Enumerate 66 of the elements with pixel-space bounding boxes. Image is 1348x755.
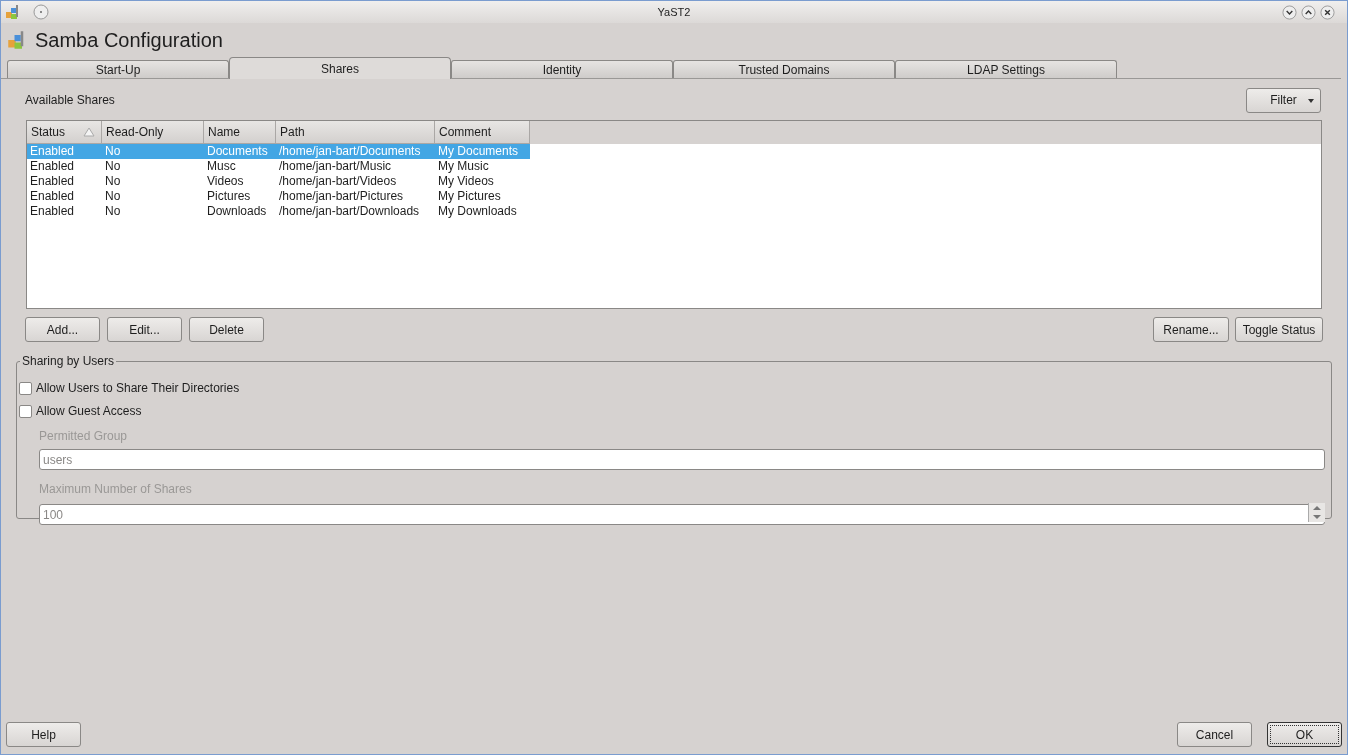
- table-cell-text: Enabled: [29, 189, 76, 204]
- group-title: Sharing by Users: [21, 353, 116, 370]
- app-icon: [5, 4, 21, 20]
- table-cell-text: My Videos: [437, 174, 495, 189]
- table-cell-text: My Documents: [437, 144, 520, 159]
- spin-up-icon[interactable]: [1309, 502, 1325, 512]
- table-cell-text: Videos: [206, 174, 245, 189]
- column-header[interactable]: Name: [204, 121, 276, 144]
- tab[interactable]: LDAP Settings: [895, 60, 1117, 78]
- column-header[interactable]: Status: [27, 121, 102, 144]
- table-row[interactable]: Enabled No Pictures /home/jan-bart/Pictures My Pictures: [27, 189, 530, 204]
- window-menu-icon[interactable]: [33, 4, 49, 20]
- spin-down-icon[interactable]: [1309, 511, 1325, 522]
- action-button[interactable]: Rename...: [1153, 317, 1229, 342]
- cancel-button[interactable]: Cancel: [1177, 722, 1252, 747]
- table-cell-text: /home/jan-bart/Documents: [278, 144, 422, 159]
- table-cell-text: /home/jan-bart/Pictures: [278, 189, 405, 204]
- table-cell-text: Enabled: [29, 144, 76, 159]
- maximize-icon[interactable]: [1301, 4, 1316, 20]
- table-cell-text: No: [104, 174, 122, 189]
- column-header[interactable]: Read-Only: [102, 121, 204, 144]
- section-label: Available Shares: [25, 92, 115, 109]
- table-cell-text: My Pictures: [437, 189, 502, 204]
- tab[interactable]: Identity: [451, 60, 673, 78]
- table-cell-text: No: [104, 189, 122, 204]
- column-header[interactable]: Comment: [435, 121, 530, 144]
- table-cell-text: No: [104, 204, 122, 219]
- checkbox-label[interactable]: Allow Guest Access: [36, 402, 142, 420]
- table-cell-text: My Music: [437, 159, 490, 174]
- minimize-icon[interactable]: [1282, 4, 1297, 20]
- dialog-title: Samba Configuration: [35, 28, 223, 53]
- close-icon[interactable]: [1320, 4, 1335, 20]
- dropdown-caret-icon: [1308, 98, 1314, 103]
- action-button[interactable]: Toggle Status: [1235, 317, 1323, 342]
- tab[interactable]: Start-Up: [7, 60, 229, 78]
- table-cell-text: No: [104, 159, 122, 174]
- help-button[interactable]: Help: [6, 722, 81, 747]
- table-cell-text: /home/jan-bart/Videos: [278, 174, 398, 189]
- table-row[interactable]: Enabled No Musc /home/jan-bart/Music My Music: [27, 159, 530, 174]
- table-cell-text: Pictures: [206, 189, 252, 204]
- table-cell-text: Enabled: [29, 204, 76, 219]
- ok-button[interactable]: OK: [1267, 722, 1342, 747]
- tab[interactable]: Shares: [229, 57, 451, 79]
- table-cell-text: My Downloads: [437, 204, 518, 219]
- window-title: YaST2: [657, 4, 691, 20]
- table-cell-text: /home/jan-bart/Music: [278, 159, 393, 174]
- table-row[interactable]: Enabled No Downloads /home/jan-bart/Downloads My Downloads: [27, 204, 530, 219]
- column-header[interactable]: Path: [276, 121, 435, 144]
- field-label: Permitted Group: [39, 428, 129, 445]
- tab[interactable]: Trusted Domains: [673, 60, 895, 78]
- table-cell-text: Enabled: [29, 174, 76, 189]
- table-row[interactable]: Enabled No Videos /home/jan-bart/Videos My Videos: [27, 174, 530, 189]
- checkbox[interactable]: [19, 404, 32, 418]
- checkbox-label[interactable]: Allow Users to Share Their Directories: [36, 379, 240, 397]
- table-cell-text: Enabled: [29, 159, 76, 174]
- filter-button[interactable]: Filter: [1246, 87, 1321, 113]
- action-button[interactable]: Delete: [189, 317, 264, 342]
- action-button[interactable]: Add...: [25, 317, 100, 342]
- checkbox[interactable]: [19, 381, 32, 395]
- table-cell-text: Musc: [206, 159, 237, 174]
- table-cell-text: Downloads: [206, 204, 268, 219]
- table-cell-text: No: [104, 144, 122, 159]
- table-cell-text: Documents: [206, 144, 269, 159]
- table-cell-text: /home/jan-bart/Downloads: [278, 204, 421, 219]
- field-label: Maximum Number of Shares: [39, 480, 193, 498]
- action-button[interactable]: Edit...: [107, 317, 182, 342]
